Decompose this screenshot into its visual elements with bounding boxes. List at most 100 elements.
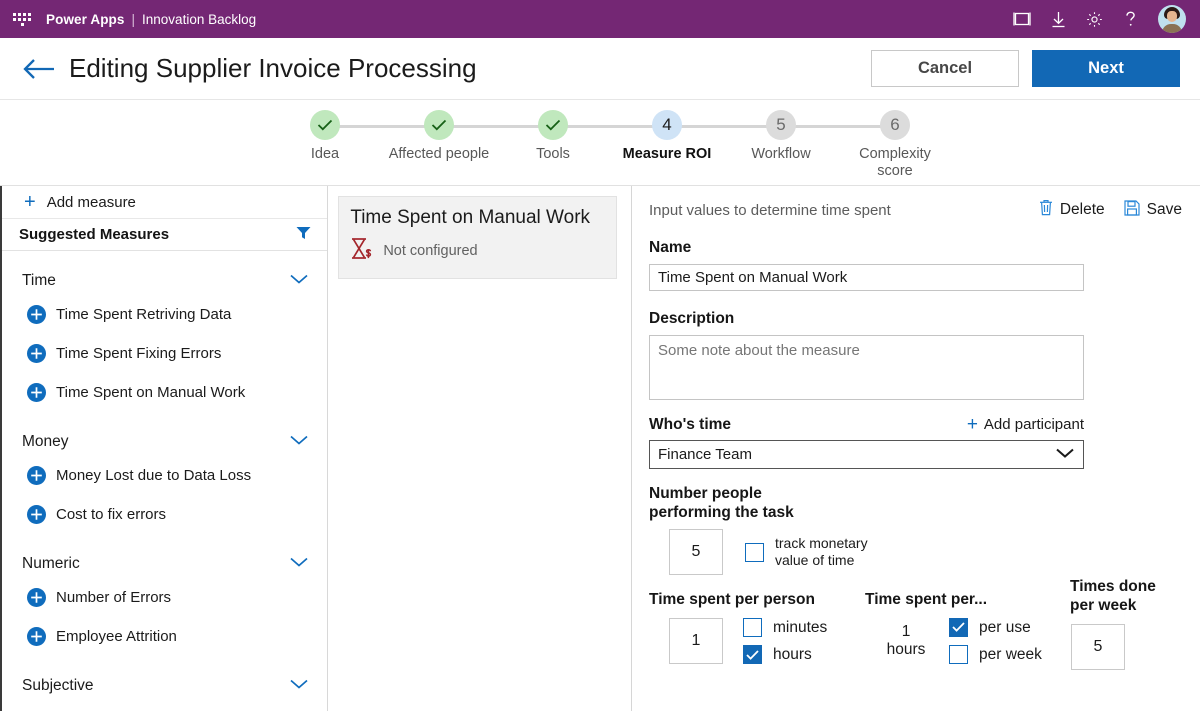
measure-item[interactable]: Time Spent Fixing Errors: [2, 334, 327, 373]
step-number: 6: [880, 110, 910, 140]
chevron-down-icon[interactable]: [289, 272, 309, 290]
measure-card-status: Not configured: [350, 237, 604, 266]
measure-group-money: Money Money Lost due to Data Loss Cost: [2, 428, 327, 534]
measure-card-status-label: Not configured: [383, 243, 477, 259]
delete-button[interactable]: Delete: [1039, 199, 1105, 221]
suggested-measures-panel: + Add measure Suggested Measures Time: [0, 186, 328, 711]
download-icon[interactable]: [1048, 9, 1068, 29]
time-per-person-row: 1 minutes: [649, 618, 865, 665]
times-done-label-line1: Times done: [1070, 578, 1200, 597]
chevron-down-icon[interactable]: [289, 555, 309, 573]
step-affected-people[interactable]: Affected people: [382, 110, 496, 180]
add-measure-label: Add measure: [47, 194, 136, 211]
delete-label: Delete: [1060, 201, 1105, 219]
per-use-checkbox-row[interactable]: per use: [949, 618, 1042, 637]
measure-group-header[interactable]: Money: [2, 428, 327, 456]
time-per-person-input[interactable]: 1: [669, 618, 723, 664]
measure-item-label: Time Spent Retriving Data: [56, 306, 231, 323]
chevron-down-icon: [1055, 446, 1075, 463]
app-launcher-icon[interactable]: [12, 9, 32, 29]
main-content: + Add measure Suggested Measures Time: [0, 186, 1200, 711]
avatar[interactable]: [1158, 5, 1186, 33]
time-spent-per-readonly: 1 hours: [883, 623, 929, 659]
help-icon[interactable]: [1120, 9, 1140, 29]
trash-icon: [1039, 199, 1053, 221]
people-count-label-line1: Number people: [649, 485, 1200, 504]
track-monetary-checkbox-row[interactable]: track monetary value of time: [745, 535, 868, 570]
participant-select[interactable]: Finance Team: [649, 440, 1084, 469]
top-navigation-bar: Power Apps | Innovation Backlog: [0, 0, 1200, 38]
add-participant-button[interactable]: + Add participant: [967, 415, 1084, 434]
per-week-checkbox-row[interactable]: per week: [949, 645, 1042, 664]
time-spent-per-row: 1 hours per use: [865, 618, 1070, 665]
per-week-checkbox[interactable]: [949, 645, 968, 664]
form-hint: Input values to determine time spent: [649, 202, 891, 219]
whose-time-row: Who's time + Add participant: [649, 415, 1084, 434]
description-textarea[interactable]: Some note about the measure: [649, 335, 1084, 400]
brand-primary-label[interactable]: Power Apps: [46, 12, 125, 27]
filter-icon[interactable]: [296, 226, 311, 244]
save-label: Save: [1147, 201, 1182, 219]
people-count-block: Number people performing the task 5 trac…: [649, 485, 1200, 575]
times-done-label-line2: per week: [1070, 597, 1200, 616]
brand-separator: |: [132, 12, 136, 27]
measure-item[interactable]: Employee Attrition: [2, 617, 327, 656]
minutes-checkbox[interactable]: [743, 618, 762, 637]
measure-group-header[interactable]: Numeric: [2, 550, 327, 578]
form-actions: Delete Save: [1039, 199, 1182, 221]
measure-item[interactable]: Number of Errors: [2, 578, 327, 617]
participant-select-value: Finance Team: [658, 446, 752, 463]
per-week-label: per week: [979, 645, 1042, 664]
minutes-label: minutes: [773, 618, 827, 637]
track-monetary-label-line2: value of time: [775, 552, 868, 570]
add-circle-icon: [27, 505, 46, 524]
add-circle-icon: [27, 344, 46, 363]
measure-group-header[interactable]: Time: [2, 267, 327, 295]
measure-item[interactable]: Time Spent Retriving Data: [2, 295, 327, 334]
name-input[interactable]: Time Spent on Manual Work: [649, 264, 1084, 291]
step-tools[interactable]: Tools: [496, 110, 610, 180]
people-count-row: 5 track monetary value of time: [649, 529, 1200, 575]
back-arrow-icon[interactable]: [22, 56, 56, 82]
add-measure-button[interactable]: + Add measure: [2, 186, 327, 219]
avatar-face: [1167, 11, 1177, 22]
measure-item[interactable]: Cost to fix errors: [2, 495, 327, 534]
step-label: Complexity score: [841, 146, 949, 180]
chevron-down-icon[interactable]: [289, 677, 309, 695]
time-unit-options: minutes hours: [743, 618, 827, 665]
hours-checkbox-row[interactable]: hours: [743, 645, 827, 664]
measure-item-label: Time Spent on Manual Work: [56, 384, 245, 401]
measure-item[interactable]: Time Spent on Manual Work: [2, 373, 327, 412]
add-circle-icon: [27, 627, 46, 646]
measure-card[interactable]: Time Spent on Manual Work Not configured: [338, 196, 617, 279]
track-monetary-label: track monetary value of time: [775, 535, 868, 570]
per-use-label: per use: [979, 618, 1031, 637]
people-count-input[interactable]: 5: [669, 529, 723, 575]
step-measure-roi[interactable]: 4 Measure ROI: [610, 110, 724, 180]
page-title: Editing Supplier Invoice Processing: [69, 53, 477, 84]
step-idea[interactable]: Idea: [268, 110, 382, 180]
brand-secondary-label[interactable]: Innovation Backlog: [142, 12, 256, 27]
add-circle-icon: [27, 383, 46, 402]
measure-group-header[interactable]: Subjective: [2, 672, 327, 700]
step-workflow[interactable]: 5 Workflow: [724, 110, 838, 180]
next-button[interactable]: Next: [1032, 50, 1180, 87]
times-done-input[interactable]: 5: [1071, 624, 1125, 670]
chevron-down-icon[interactable]: [289, 433, 309, 451]
per-use-checkbox[interactable]: [949, 618, 968, 637]
gear-icon[interactable]: [1084, 9, 1104, 29]
cancel-button[interactable]: Cancel: [871, 50, 1019, 87]
wizard-stepper: Idea Affected people Tools: [0, 100, 1200, 186]
track-monetary-checkbox[interactable]: [745, 543, 764, 562]
save-button[interactable]: Save: [1124, 200, 1182, 221]
time-spent-per-block: Time spent per... 1 hours per use: [865, 591, 1070, 664]
time-per-person-block: Time spent per person 1 minutes: [649, 591, 865, 664]
time-inputs-row: Time spent per person 1 minutes: [649, 591, 1200, 670]
step-complexity-score[interactable]: 6 Complexity score: [838, 110, 952, 180]
minutes-checkbox-row[interactable]: minutes: [743, 618, 827, 637]
fit-to-screen-icon[interactable]: [1012, 9, 1032, 29]
app-root: Power Apps | Innovation Backlog: [0, 0, 1200, 711]
hours-checkbox[interactable]: [743, 645, 762, 664]
measure-item[interactable]: Money Lost due to Data Loss: [2, 456, 327, 495]
step-label: Idea: [271, 146, 379, 163]
